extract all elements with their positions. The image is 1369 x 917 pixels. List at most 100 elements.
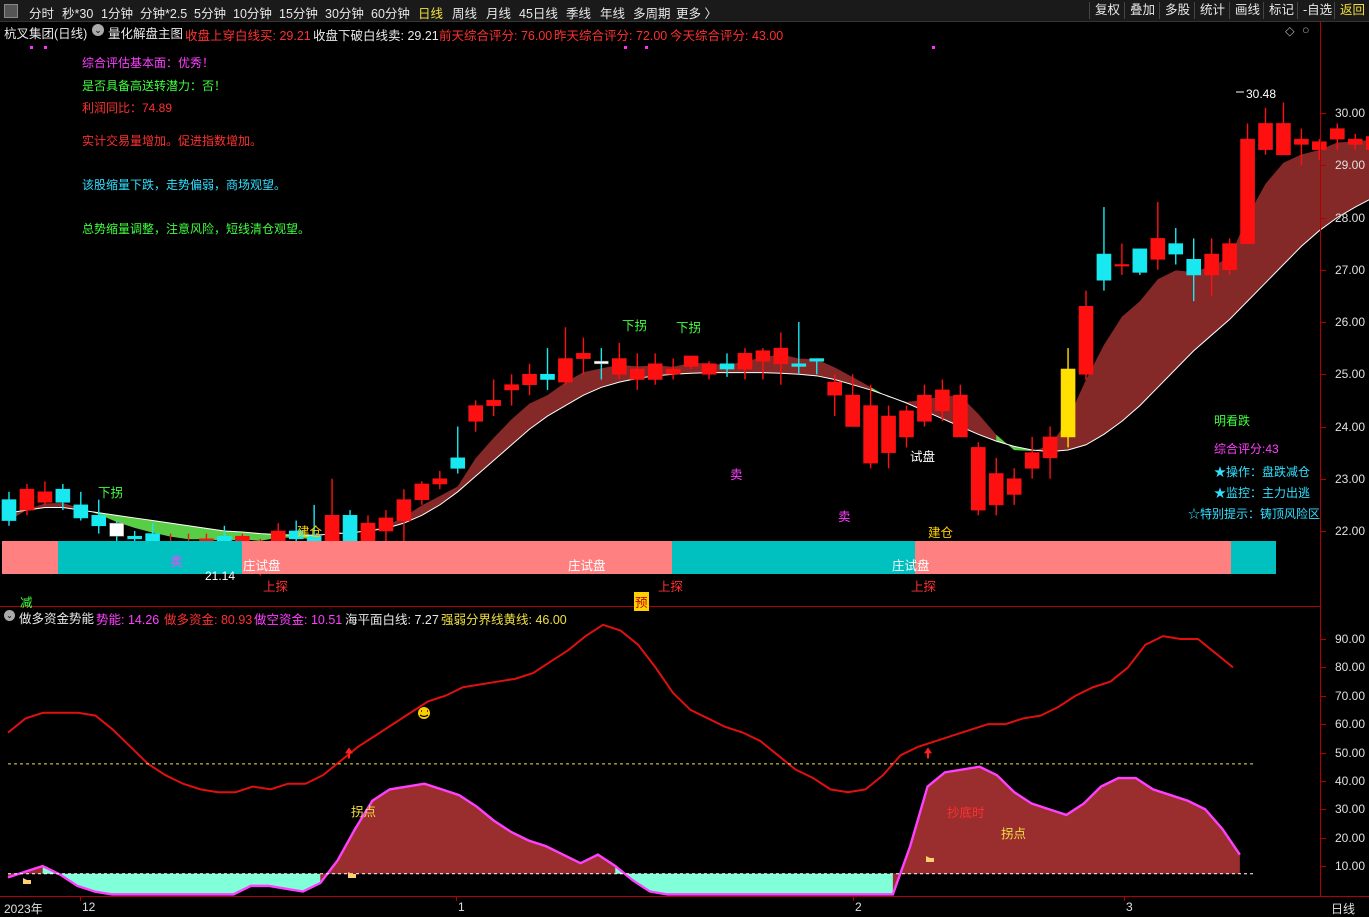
chart-signal-label: 庄试盘 xyxy=(568,559,606,573)
candle[interactable] xyxy=(414,483,430,500)
candle[interactable] xyxy=(611,358,627,375)
time-tick: 1 xyxy=(458,900,465,914)
candle[interactable] xyxy=(1222,243,1237,271)
candle[interactable] xyxy=(1096,253,1112,281)
candle[interactable] xyxy=(1186,258,1201,276)
price-tick: 24.00 xyxy=(1335,419,1366,434)
chart-signal-label: 下拐 xyxy=(676,321,702,335)
candle[interactable] xyxy=(1078,306,1094,375)
candle[interactable] xyxy=(827,381,843,396)
indicator-tick-mark xyxy=(1321,866,1326,867)
candle[interactable] xyxy=(360,522,376,542)
signal-dot xyxy=(624,46,627,49)
candle[interactable] xyxy=(863,405,878,464)
signal-dot xyxy=(645,46,648,49)
candle[interactable] xyxy=(1258,123,1273,150)
indicator-settings-icon[interactable]: ⌄ xyxy=(4,610,15,621)
time-tick: 2 xyxy=(855,900,862,914)
candle[interactable] xyxy=(504,384,519,391)
candle[interactable] xyxy=(145,533,160,542)
candle[interactable] xyxy=(1204,253,1219,276)
candle[interactable] xyxy=(1024,452,1040,469)
indicator-tick: 60.00 xyxy=(1335,717,1366,732)
side-panel-text: ★监控：主力出逃 xyxy=(1214,486,1311,500)
candle[interactable] xyxy=(91,515,107,527)
candle[interactable] xyxy=(540,373,555,380)
candle[interactable] xyxy=(1168,243,1184,255)
price-tick-mark xyxy=(1321,322,1326,323)
candle[interactable] xyxy=(324,515,340,542)
candle[interactable] xyxy=(953,394,968,438)
candle[interactable] xyxy=(665,368,681,375)
side-panel-text: 综合评分:43 xyxy=(1214,442,1279,456)
commentary-line: 实计交易量增加。促进指数增加。 xyxy=(82,134,263,148)
candle[interactable] xyxy=(558,358,573,383)
time-tick-mark xyxy=(853,897,854,901)
candle[interactable] xyxy=(773,347,789,365)
candle[interactable] xyxy=(37,491,53,503)
chart-signal-label: 下拐 xyxy=(98,486,124,500)
indicator-signal-label: 抄底时 xyxy=(947,806,985,820)
candle[interactable] xyxy=(522,373,537,385)
candle[interactable] xyxy=(881,415,896,453)
bull-band xyxy=(350,354,889,535)
low-price-label: 21.14 xyxy=(205,569,236,583)
candle[interactable] xyxy=(917,394,932,422)
indicator-tick-mark xyxy=(1321,667,1326,669)
candle[interactable] xyxy=(73,504,89,519)
price-tick-mark xyxy=(1321,217,1326,219)
candle[interactable] xyxy=(55,488,71,503)
price-tick-mark xyxy=(1321,165,1326,167)
indicator-value: 势能: 14.26 xyxy=(96,613,160,627)
indicator-title[interactable]: 做多资金势能 xyxy=(19,608,94,627)
candle[interactable] xyxy=(486,400,501,406)
candle[interactable] xyxy=(899,410,914,438)
candle[interactable] xyxy=(629,368,645,380)
indicator-tick: 10.00 xyxy=(1335,859,1366,873)
candle[interactable] xyxy=(396,499,412,521)
candle[interactable] xyxy=(1150,238,1166,260)
indicator-tick-mark xyxy=(1321,724,1326,726)
candle[interactable] xyxy=(737,353,753,370)
candle[interactable] xyxy=(127,535,142,540)
candle[interactable] xyxy=(468,405,484,422)
candle[interactable] xyxy=(970,447,986,511)
candle[interactable] xyxy=(647,363,663,380)
candle[interactable] xyxy=(719,363,735,370)
candle[interactable] xyxy=(342,515,358,542)
candle[interactable] xyxy=(1042,436,1058,459)
price-tick: 25.00 xyxy=(1335,367,1366,382)
candle[interactable] xyxy=(1006,478,1022,495)
candle[interactable] xyxy=(432,478,448,485)
candle[interactable] xyxy=(1,499,17,521)
candle[interactable] xyxy=(791,363,807,367)
candle[interactable] xyxy=(1132,248,1148,273)
price-tick: 29.00 xyxy=(1335,158,1366,173)
candle[interactable] xyxy=(683,355,699,367)
indicator-tick: 20.00 xyxy=(1335,830,1366,845)
candle[interactable] xyxy=(935,389,950,412)
candle[interactable] xyxy=(1294,138,1309,145)
candle[interactable] xyxy=(845,394,860,427)
phase-band xyxy=(1231,541,1276,574)
indicator-tick: 80.00 xyxy=(1335,660,1366,675)
candle[interactable] xyxy=(19,488,35,511)
candle[interactable] xyxy=(1276,123,1291,156)
candle[interactable] xyxy=(701,363,717,375)
candle[interactable] xyxy=(109,522,124,537)
candle[interactable] xyxy=(1060,368,1076,438)
candle[interactable] xyxy=(450,457,466,469)
time-tick: 3 xyxy=(1126,900,1133,914)
candle[interactable] xyxy=(1240,138,1255,244)
panel-divider[interactable] xyxy=(0,606,1320,607)
chart-signal-label: 下拐 xyxy=(622,319,648,333)
candle[interactable] xyxy=(988,473,1004,506)
candle[interactable] xyxy=(594,360,609,365)
candle[interactable] xyxy=(1114,264,1130,267)
signal-dot xyxy=(30,46,33,49)
candle[interactable] xyxy=(378,517,394,532)
candle[interactable] xyxy=(755,350,771,362)
candle[interactable] xyxy=(576,353,591,359)
candle[interactable] xyxy=(809,358,825,362)
chart-signal-label: 上探 xyxy=(263,580,289,594)
